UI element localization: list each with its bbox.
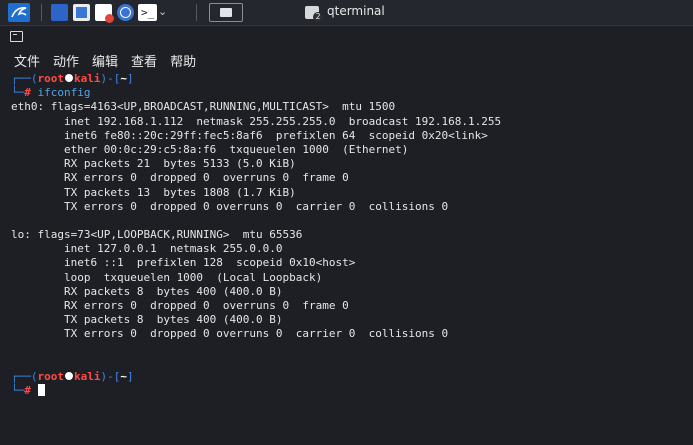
command-text: ifconfig bbox=[37, 86, 91, 100]
show-desktop-icon[interactable] bbox=[51, 4, 68, 21]
menu-help[interactable]: 帮助 bbox=[170, 51, 196, 70]
prompt-line: ┌──(root kali)-[~] bbox=[11, 369, 134, 383]
output-line: loop txqueuelen 1000 (Local Loopback) bbox=[11, 270, 323, 284]
output-line: RX packets 21 bytes 5133 (5.0 KiB) bbox=[11, 157, 296, 171]
output-line: TX packets 13 bytes 1808 (1.7 KiB) bbox=[11, 185, 296, 199]
output-line: TX errors 0 dropped 0 overruns 0 carrier… bbox=[11, 327, 449, 341]
kali-menu-icon[interactable] bbox=[8, 3, 30, 22]
output-line: inet 127.0.0.1 netmask 255.0.0.0 bbox=[11, 242, 283, 256]
skull-icon bbox=[65, 74, 73, 82]
output-line: RX errors 0 dropped 0 overruns 0 frame 0 bbox=[11, 171, 349, 185]
window-count-badge: 2 bbox=[313, 12, 323, 22]
prompt-line: ┌──(root kali)-[~] bbox=[11, 72, 134, 85]
command-line: └─# bbox=[11, 384, 693, 398]
workspace-preview-icon bbox=[220, 8, 232, 17]
output-line: TX errors 0 dropped 0 overruns 0 carrier… bbox=[11, 199, 449, 213]
output-line: inet6 fe80::20c:29ff:fec5:8af6 prefixlen… bbox=[11, 128, 488, 142]
menu-view[interactable]: 查看 bbox=[131, 51, 157, 70]
menu-edit[interactable]: 编辑 bbox=[92, 51, 118, 70]
command-line: └─# ifconfig bbox=[11, 86, 91, 100]
output-line: RX errors 0 dropped 0 overruns 0 frame 0 bbox=[11, 299, 349, 312]
output-line: inet 192.168.1.112 netmask 255.255.255.0… bbox=[11, 114, 502, 128]
menu-actions[interactable]: 动作 bbox=[53, 51, 79, 70]
terminal-area[interactable]: ┌──(root kali)-[~] └─# ifconfig eth0: fla… bbox=[0, 72, 693, 445]
chevron-down-icon[interactable]: ⌄ bbox=[158, 5, 167, 18]
taskbar: >_ ⌄ 2 qterminal bbox=[0, 0, 693, 26]
output-line: lo: flags=73<UP,LOOPBACK,RUNNING> mtu 65… bbox=[11, 228, 303, 242]
taskbar-task-qterminal[interactable]: 2 qterminal bbox=[257, 0, 437, 25]
output-line: RX packets 8 bytes 400 (400.0 B) bbox=[11, 284, 283, 298]
output-line: TX packets 8 bytes 400 (400.0 B) bbox=[11, 313, 283, 327]
taskbar-separator bbox=[196, 4, 197, 21]
output-line: inet6 ::1 prefixlen 128 scopeid 0x10<hos… bbox=[11, 256, 356, 270]
output-line: ether 00:0c:29:c5:8a:f6 txqueuelen 1000 … bbox=[11, 142, 409, 156]
browser-icon[interactable] bbox=[117, 4, 134, 21]
file-manager-icon[interactable] bbox=[73, 4, 90, 21]
menu-bar: 文件 动作 编辑 查看 帮助 bbox=[0, 48, 693, 72]
window-titlebar bbox=[0, 26, 693, 48]
skull-icon bbox=[65, 371, 73, 380]
workspace-switcher[interactable] bbox=[209, 3, 243, 22]
task-title: qterminal bbox=[327, 4, 385, 18]
text-editor-icon[interactable] bbox=[95, 4, 114, 23]
taskbar-separator bbox=[41, 4, 42, 21]
output-line: eth0: flags=4163<UP,BROADCAST,RUNNING,MU… bbox=[11, 100, 396, 114]
menu-file[interactable]: 文件 bbox=[14, 51, 40, 70]
text-cursor bbox=[37, 384, 45, 397]
terminal-window-icon[interactable] bbox=[10, 31, 23, 42]
terminal-launcher-icon[interactable]: >_ bbox=[138, 4, 157, 21]
